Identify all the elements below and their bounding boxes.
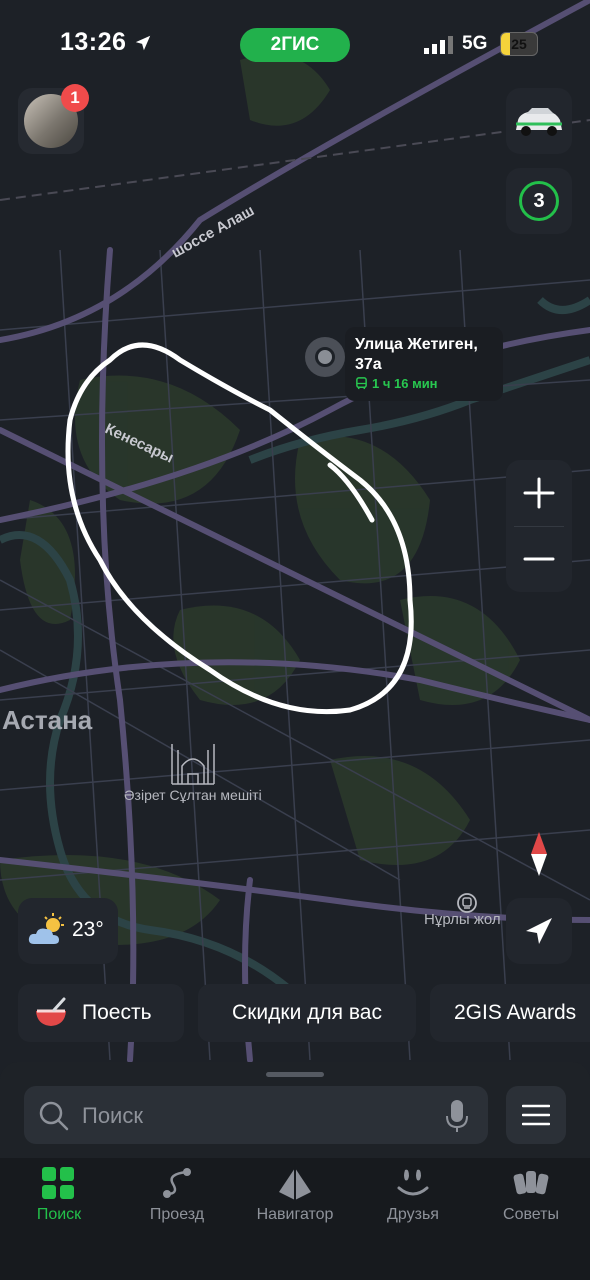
zoom-in-button[interactable] <box>506 460 572 526</box>
traffic-button[interactable]: 3 <box>506 168 572 234</box>
route-destination: Улица Жетиген, 37а <box>355 336 478 373</box>
app-back-pill[interactable]: 2ГИС <box>240 28 350 62</box>
mosque-icon[interactable] <box>168 736 218 786</box>
mosque-label: Әзірет Сұлтан мешіті <box>124 787 262 803</box>
cards-icon <box>513 1171 549 1195</box>
search-bar[interactable] <box>24 1086 488 1146</box>
sheet-grabber[interactable] <box>266 1072 324 1077</box>
route-duration-row: 1 ч 16 мин <box>355 376 438 391</box>
navigation-arrow-icon <box>526 918 552 944</box>
partly-cloudy-icon <box>28 913 64 944</box>
chip-discounts[interactable]: Скидки для вас <box>198 984 416 1042</box>
chip-food[interactable]: Поесть <box>18 984 184 1042</box>
hamburger-menu-icon <box>522 1104 550 1126</box>
tab-navigator[interactable]: Навигатор <box>236 1158 354 1248</box>
battery-level: 25 <box>511 36 527 52</box>
city-label: Астана <box>2 705 93 735</box>
route-card-body[interactable]: Улица Жетиген, 37а 1 ч 16 мин <box>345 327 503 401</box>
chip-food-label: Поесть <box>82 1001 152 1024</box>
weather-temperature: 23° <box>72 918 104 941</box>
tab-search[interactable]: Поиск <box>0 1158 118 1248</box>
grid-icon <box>42 1167 74 1199</box>
tab-search-label: Поиск <box>36 1206 82 1223</box>
minus-icon <box>523 557 555 561</box>
app-pill-label: 2ГИС <box>270 34 320 55</box>
my-location-button[interactable] <box>506 898 572 964</box>
zoom-control <box>506 460 572 592</box>
tab-navigator-label: Навигатор <box>256 1206 334 1223</box>
zoom-out-button[interactable] <box>506 526 572 592</box>
tab-route[interactable]: Проезд <box>118 1158 236 1248</box>
plus-icon <box>523 477 555 509</box>
battery-icon: 25 <box>500 32 538 56</box>
station-label: Нұрлы жол <box>424 911 501 928</box>
status-time: 13:26 <box>60 28 127 56</box>
location-arrow-icon <box>135 35 151 51</box>
tab-friends[interactable]: Друзья <box>354 1158 472 1248</box>
car-icon <box>516 108 562 136</box>
soup-bowl-icon <box>36 997 66 1026</box>
route-icon <box>163 1168 191 1198</box>
bus-icon <box>356 377 367 390</box>
tab-route-label: Проезд <box>149 1206 205 1223</box>
chip-awards-label: 2GIS Awards <box>454 1001 577 1024</box>
chip-awards[interactable]: 2GIS Awards <box>430 984 590 1042</box>
search-icon <box>39 1101 69 1131</box>
friends-icon <box>397 1169 429 1196</box>
chip-discounts-label: Скидки для вас <box>232 1001 382 1024</box>
cellular-signal-icon <box>424 36 453 54</box>
compass-icon[interactable] <box>526 830 552 878</box>
network-type: 5G <box>462 33 488 54</box>
search-input[interactable] <box>80 1086 434 1146</box>
route-duration: 1 ч 16 мин <box>372 376 438 391</box>
tab-tips[interactable]: Советы <box>472 1158 590 1248</box>
tab-bar: Поиск Проезд Навигатор Друзья Советы <box>0 1158 590 1280</box>
route-card[interactable]: Улица Жетиген, 37а 1 ч 16 мин <box>305 327 503 401</box>
microphone-icon[interactable] <box>444 1098 470 1134</box>
quick-chips: Поесть Скидки для вас 2GIS Awards <box>18 984 590 1042</box>
tab-tips-label: Советы <box>503 1206 559 1223</box>
taxi-button[interactable] <box>506 88 572 154</box>
status-bar: 13:26 2ГИС 5G 25 <box>0 0 590 90</box>
notification-badge: 1 <box>61 84 89 112</box>
traffic-level: 3 <box>519 181 559 221</box>
weather-widget[interactable]: 23° <box>18 898 118 964</box>
tab-friends-label: Друзья <box>387 1206 439 1223</box>
destination-pin-icon <box>305 337 345 377</box>
navigator-icon <box>279 1168 311 1200</box>
menu-button[interactable] <box>506 1086 566 1144</box>
